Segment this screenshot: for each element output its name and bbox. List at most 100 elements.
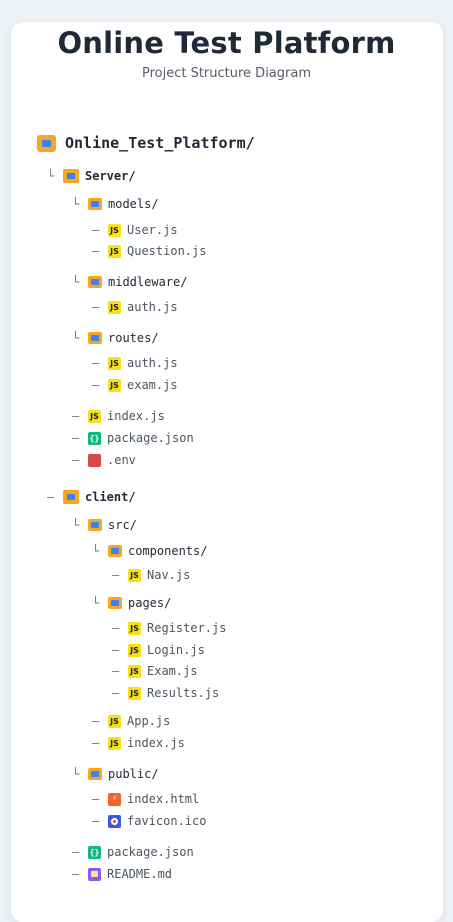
tree-file-question-js: — JS Question.js	[92, 242, 206, 260]
tree-folder-label: src/	[108, 518, 137, 532]
javascript-file-icon: JS	[108, 300, 121, 314]
tree-connector: —	[47, 490, 55, 504]
tree-file-label: auth.js	[127, 356, 178, 370]
tree-file-user-js: — JS User.js	[92, 221, 178, 239]
tree-folder-label: public/	[108, 767, 159, 781]
tree-connector: —	[112, 686, 120, 700]
tree-file-label: App.js	[127, 714, 171, 728]
tree-connector: —	[72, 431, 80, 445]
tree-folder-client: — client/	[47, 488, 136, 506]
folder-icon	[88, 198, 102, 210]
tree-connector: —	[112, 664, 120, 678]
tree-folder-components: └ components/	[92, 542, 207, 560]
tree-folder-label: middleware/	[108, 275, 188, 289]
tree-folder-public: └ public/	[72, 765, 159, 783]
tree-file-env: — .env	[72, 451, 136, 469]
javascript-file-icon: JS	[108, 714, 121, 728]
tree-folder-label: pages/	[128, 596, 172, 610]
tree-connector: └	[72, 518, 80, 532]
tree-file-index-html: — ⚡ index.html	[92, 790, 199, 808]
tree-file-results-js: — JS Results.js	[112, 684, 219, 702]
json-file-icon: {}	[88, 431, 101, 445]
tree-file-server-package-json: — {} package.json	[72, 429, 194, 447]
tree-connector: —	[72, 845, 80, 859]
tree-connector: —	[92, 223, 100, 237]
javascript-file-icon: JS	[108, 223, 121, 237]
folder-icon	[63, 169, 79, 183]
tree-file-pages-exam-js: — JS Exam.js	[112, 662, 198, 680]
tree-file-label: index.html	[127, 792, 200, 806]
folder-icon	[63, 490, 79, 504]
folder-icon	[88, 519, 102, 531]
javascript-file-icon: JS	[128, 664, 141, 678]
tree-connector: —	[112, 621, 120, 635]
folder-icon	[88, 332, 102, 344]
tree-file-label: Exam.js	[147, 664, 198, 678]
tree-connector: └	[72, 275, 80, 289]
tree-connector: —	[72, 867, 80, 881]
tree-file-exam-js: — JS exam.js	[92, 376, 178, 394]
tree-file-readme-md: — README.md	[72, 865, 172, 883]
tree-file-server-index-js: — JS index.js	[72, 407, 165, 425]
tree-file-label: README.md	[107, 867, 173, 881]
javascript-file-icon: JS	[128, 568, 141, 582]
tree-file-label: Nav.js	[147, 568, 191, 582]
tree-connector: └	[92, 596, 100, 610]
tree-file-label: package.json	[107, 431, 194, 445]
tree-file-label: index.js	[107, 409, 165, 423]
tree-connector: —	[92, 714, 100, 728]
tree-connector: —	[112, 643, 120, 657]
tree-file-label: Results.js	[147, 686, 220, 700]
markdown-file-icon	[88, 867, 101, 881]
tree-connector: —	[72, 409, 80, 423]
tree-folder-middleware: └ middleware/	[72, 273, 187, 291]
tree-root-label: Online_Test_Platform/	[65, 134, 255, 152]
javascript-file-icon: JS	[108, 736, 121, 750]
tree-file-label: favicon.ico	[127, 814, 207, 828]
tree-connector: └	[92, 544, 100, 558]
tree-folder-label: models/	[108, 197, 159, 211]
tree-file-label: exam.js	[127, 378, 178, 392]
tree-connector: └	[72, 331, 80, 345]
tree-file-register-js: — JS Register.js	[112, 619, 226, 637]
tree-file-src-index-js: — JS index.js	[92, 734, 185, 752]
tree-connector: —	[72, 453, 80, 467]
javascript-file-icon: JS	[88, 409, 101, 423]
html-file-icon: ⚡	[108, 792, 121, 806]
json-file-icon: {}	[88, 845, 101, 859]
tree-file-app-js: — JS App.js	[92, 712, 170, 730]
tree-folder-pages: └ pages/	[92, 594, 171, 612]
tree-file-label: User.js	[127, 223, 178, 237]
tree-file-label: Login.js	[147, 643, 205, 657]
folder-icon	[108, 545, 122, 557]
javascript-file-icon: JS	[128, 643, 141, 657]
tree-file-login-js: — JS Login.js	[112, 641, 205, 659]
tree-connector: —	[92, 814, 100, 828]
javascript-file-icon: JS	[128, 686, 141, 700]
tree-connector: └	[47, 169, 55, 183]
tree-file-label: auth.js	[127, 300, 178, 314]
tree-connector: —	[92, 792, 100, 806]
page-subtitle: Project Structure Diagram	[141, 66, 312, 81]
tree-file-label: index.js	[127, 736, 185, 750]
tree-folder-server: └ Server/	[47, 167, 136, 185]
javascript-file-icon: JS	[108, 244, 121, 258]
tree-folder-label: client/	[85, 490, 136, 504]
tree-file-favicon-ico: — favicon.ico	[92, 812, 206, 830]
tree-connector: —	[92, 244, 100, 258]
tree-file-client-package-json: — {} package.json	[72, 843, 194, 861]
folder-icon	[108, 597, 122, 609]
tree-file-nav-js: — JS Nav.js	[112, 566, 190, 584]
tree-file-label: .env	[107, 453, 136, 467]
favicon-file-icon	[108, 814, 121, 828]
diagram-card	[11, 22, 443, 922]
env-file-icon	[88, 453, 101, 467]
tree-file-label: Question.js	[127, 244, 207, 258]
tree-folder-models: └ models/	[72, 195, 159, 213]
folder-icon	[37, 134, 56, 152]
javascript-file-icon: JS	[128, 621, 141, 635]
tree-connector: └	[72, 197, 80, 211]
tree-file-label: Register.js	[147, 621, 227, 635]
tree-folder-routes: └ routes/	[72, 329, 159, 347]
tree-folder-src: └ src/	[72, 516, 137, 534]
